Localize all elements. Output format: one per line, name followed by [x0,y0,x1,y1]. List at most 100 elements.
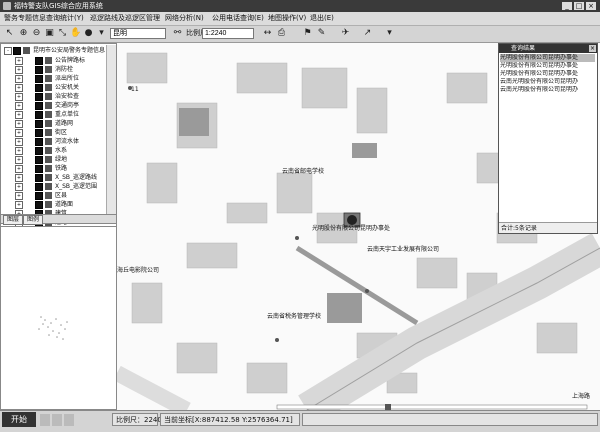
checkbox-icon[interactable] [35,147,43,155]
scale-input[interactable] [202,28,254,39]
tool-dropdown-icon[interactable]: ▾ [384,28,395,39]
zoom-out-icon[interactable]: ⊖ [31,28,42,39]
layer-item[interactable]: + 水系 [1,146,105,155]
layer-item[interactable]: + 消防栓 [1,65,105,74]
expand-icon[interactable]: + [15,93,23,101]
expand-icon[interactable]: + [15,102,23,110]
checkbox-icon[interactable] [35,156,43,164]
checkbox-icon[interactable] [35,75,43,83]
result-item[interactable]: 光明股份有限公司昆明办事处 [500,62,595,70]
binoculars-icon[interactable]: ⚯ [172,28,183,39]
checkbox-icon[interactable] [35,192,43,200]
result-item[interactable]: 云南光明股份有限公司昆明办 [500,86,595,94]
search-dropdown-icon[interactable]: ▾ [96,28,107,39]
layer-label: X_SB_巡逻范围 [55,183,98,190]
layer-item[interactable]: + 道路网 [1,119,105,128]
search-input[interactable] [110,28,166,39]
checkbox-icon[interactable] [35,138,43,146]
expand-icon[interactable]: + [15,138,23,146]
menu-bar: 警务专题信息查询统计(Y) 巡逻路线及巡逻区管理 网络分析(N) 公用电话查询(… [0,12,600,26]
expand-icon[interactable]: + [15,120,23,128]
menu-exit[interactable]: 退出(E) [310,13,334,24]
checkbox-icon[interactable] [35,183,43,191]
status-coordinates: 当前坐标[X:887412.58 Y:2576364.71] [160,413,300,426]
layer-item[interactable]: + 重点单位 [1,110,105,119]
expand-icon[interactable]: + [15,147,23,155]
expand-icon[interactable]: + [15,156,23,164]
expand-icon[interactable]: + [15,66,23,74]
expand-icon[interactable]: + [15,111,23,119]
taskbar-icon[interactable] [52,414,62,426]
full-extent-icon[interactable]: ⤡ [57,28,68,39]
menu-map-operations[interactable]: 地图操作(V) [268,13,306,24]
ruler-icon[interactable]: ↔ [262,28,273,39]
menu-police-query[interactable]: 警务专题信息查询统计(Y) [4,13,84,24]
expand-icon[interactable]: + [15,201,23,209]
expand-icon[interactable]: + [15,192,23,200]
maximize-button[interactable]: □ [574,2,584,10]
checkbox-icon[interactable] [35,111,43,119]
layer-item[interactable]: + 治安检查 [1,92,105,101]
layer-item[interactable]: + 派出所位 [1,74,105,83]
collapse-icon[interactable]: - [4,47,12,55]
layer-item[interactable]: + 铁路 [1,164,105,173]
checkbox-icon[interactable] [35,66,43,74]
checkbox-icon[interactable] [35,165,43,173]
expand-icon[interactable]: + [15,57,23,65]
checkbox-icon[interactable] [13,47,21,55]
minimize-button[interactable]: _ [562,2,572,10]
checkbox-icon[interactable] [35,174,43,182]
print-icon[interactable]: ⎙ [276,28,287,39]
start-button[interactable]: 开始 [2,412,36,427]
pointer-icon[interactable]: ↖ [4,28,15,39]
checkbox-icon[interactable] [35,93,43,101]
taskbar-icon[interactable] [64,414,74,426]
pencil-icon[interactable]: ✎ [316,28,327,39]
layer-item[interactable]: + 区县 [1,191,105,200]
layer-item[interactable]: + X_SB_巡逻范围 [1,182,105,191]
tab-layers[interactable]: 图层 [3,215,24,225]
layer-item[interactable]: + X_SB_巡逻路线 [1,173,105,182]
checkbox-icon[interactable] [35,201,43,209]
layer-root[interactable]: - 昆明市公安局警务专题信息 [1,46,105,55]
checkbox-icon[interactable] [35,129,43,137]
zoom-window-icon[interactable]: ▣ [44,28,55,39]
layer-item[interactable]: + 公安机关 [1,83,105,92]
checkbox-icon[interactable] [35,57,43,65]
menu-patrol-routes[interactable]: 巡逻路线及巡逻区管理 [90,13,160,24]
result-item[interactable]: 光明股份有限公司昆明办事处 [500,54,595,62]
menu-network-analysis[interactable]: 网络分析(N) [165,13,204,24]
layer-item[interactable]: + 绿地 [1,155,105,164]
pan-icon[interactable]: ✋ [70,28,81,39]
menu-public-phone[interactable]: 公用电话查询(E) [212,13,264,24]
checkbox-icon[interactable] [35,120,43,128]
checkbox-icon[interactable] [35,84,43,92]
expand-icon[interactable]: + [15,174,23,182]
taskbar-icon[interactable] [40,414,50,426]
layer-item[interactable]: + 河流水体 [1,137,105,146]
layer-tree-scrollbar[interactable] [106,45,116,223]
toolbar: ↖ ⊕ ⊖ ▣ ⤡ ✋ ● ▾ ⚯ 比例尺 ↔ ⎙ ⚑ ✎ ✈ ↗ ▾ [0,26,600,43]
expand-icon[interactable]: + [15,129,23,137]
overview-map[interactable] [0,226,117,410]
result-item[interactable]: 光明股份有限公司昆明办事处 [500,70,595,78]
expand-icon[interactable]: + [15,84,23,92]
results-close-icon[interactable]: × [589,45,596,52]
close-button[interactable]: × [586,2,596,10]
layer-tool-icon[interactable]: ⚑ [302,28,313,39]
expand-icon[interactable]: + [15,183,23,191]
expand-icon[interactable]: + [15,75,23,83]
measure-icon[interactable]: ↗ [362,28,373,39]
layer-item[interactable]: + 交通岗亭 [1,101,105,110]
result-item[interactable]: 云南光明股份有限公司昆明办 [500,78,595,86]
layer-item[interactable]: + 道路面 [1,200,105,209]
layer-item[interactable]: + 公告牌路标 [1,56,105,65]
layer-item[interactable]: + 街区 [1,128,105,137]
checkbox-icon[interactable] [35,102,43,110]
layer-icon [45,192,52,199]
zoom-in-icon[interactable]: ⊕ [18,28,29,39]
tab-legend[interactable]: 图例 [23,215,44,225]
plane-icon[interactable]: ✈ [340,28,351,39]
globe-icon[interactable]: ● [83,28,94,39]
expand-icon[interactable]: + [15,165,23,173]
